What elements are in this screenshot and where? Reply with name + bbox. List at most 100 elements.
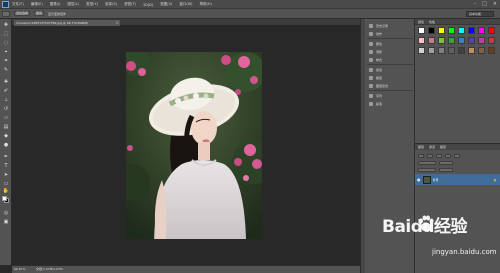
color-swatch[interactable] <box>448 27 455 34</box>
panel-styles[interactable]: 样式 <box>369 57 382 62</box>
minimize-button[interactable]: – <box>474 1 477 8</box>
panel-properties[interactable]: 属性 <box>369 41 382 46</box>
marquee-tool-icon[interactable]: ⬚ <box>2 30 10 37</box>
healing-brush-tool-icon[interactable]: ✚ <box>2 78 10 85</box>
color-swatch[interactable] <box>478 37 485 44</box>
color-swatch[interactable] <box>488 37 495 44</box>
panel-adjustments[interactable]: 调整 <box>369 49 382 54</box>
color-swatch[interactable] <box>468 27 475 34</box>
panel-layer-comps[interactable]: 图层复合 <box>369 83 388 88</box>
type-tool-icon[interactable]: T <box>2 162 10 169</box>
shape-tool-icon[interactable]: ▭ <box>2 180 10 187</box>
layer-row-background[interactable]: ● 背景 🔒 <box>415 174 500 185</box>
auto-select-checkbox[interactable]: 自动选择 <box>14 11 31 16</box>
brush-tool-icon[interactable]: ✐ <box>2 87 10 94</box>
zoom-level[interactable]: 66.67% <box>14 267 25 271</box>
color-swatch[interactable] <box>428 37 435 44</box>
panel-actions[interactable]: 动作 <box>369 31 382 36</box>
menu-image[interactable]: 图像(I) <box>50 2 61 7</box>
auto-select-target-dropdown[interactable]: 图层 <box>34 11 45 16</box>
opacity-field[interactable] <box>439 160 453 165</box>
menu-filter[interactable]: 滤镜(T) <box>124 2 136 7</box>
panel-layer-comps-label: 图层复合 <box>376 83 389 88</box>
panel-character[interactable]: 字符 <box>369 93 382 98</box>
filter-pixel-icon[interactable] <box>427 153 433 158</box>
crop-tool-icon[interactable]: ⌗ <box>2 57 10 64</box>
show-transform-controls-checkbox[interactable]: 显示变换控件 <box>48 12 66 16</box>
history-brush-tool-icon[interactable]: ↺ <box>2 105 10 112</box>
tab-layers[interactable]: 图层 <box>418 145 424 149</box>
canvas-workarea[interactable] <box>12 26 360 265</box>
gradient-tool-icon[interactable]: ▤ <box>2 123 10 130</box>
panel-history[interactable]: 历史记录 <box>369 23 388 28</box>
fill-field[interactable] <box>439 167 453 172</box>
lasso-tool-icon[interactable]: ◌ <box>2 39 10 46</box>
quick-select-tool-icon[interactable]: ⌖ <box>2 48 10 55</box>
hand-tool-icon[interactable]: ✋ <box>2 187 10 194</box>
color-swatch[interactable] <box>488 47 495 54</box>
menu-3d[interactable]: 3D(D) <box>143 3 153 7</box>
quick-mask-icon[interactable]: ◎ <box>2 209 10 216</box>
eraser-tool-icon[interactable]: ▱ <box>2 114 10 121</box>
menu-window[interactable]: 窗口(W) <box>179 2 192 7</box>
color-swatch[interactable] <box>438 47 445 54</box>
layers-panel-tabs: 图层 通道 路径 <box>415 144 500 150</box>
panel-paragraph[interactable]: 段落 <box>369 101 382 106</box>
character-icon <box>369 93 373 98</box>
menu-file[interactable]: 文件(F) <box>12 2 24 7</box>
move-tool-icon[interactable]: ✥ <box>2 21 10 28</box>
pen-tool-icon[interactable]: ✒ <box>2 153 10 160</box>
color-swatch[interactable] <box>488 27 495 34</box>
dodge-tool-icon[interactable]: ● <box>2 141 10 148</box>
color-swatch[interactable] <box>448 37 455 44</box>
color-swatch[interactable] <box>448 47 455 54</box>
color-swatch[interactable] <box>418 27 425 34</box>
color-swatch[interactable] <box>418 47 425 54</box>
menu-view[interactable]: 视图(V) <box>160 2 172 7</box>
panel-paths[interactable]: 路径 <box>369 75 382 80</box>
path-select-tool-icon[interactable]: ➤ <box>2 171 10 178</box>
lock-fill-row <box>418 167 453 172</box>
menu-layer[interactable]: 图层(L) <box>67 2 79 7</box>
lock-options[interactable] <box>418 167 436 172</box>
visibility-eye-icon[interactable]: ● <box>417 177 421 182</box>
filter-adjustment-icon[interactable] <box>436 153 442 158</box>
color-swatch[interactable] <box>458 27 465 34</box>
tab-paths[interactable]: 路径 <box>440 145 446 149</box>
filter-type-icon[interactable] <box>445 153 451 158</box>
color-swatch[interactable] <box>468 47 475 54</box>
panel-channels[interactable]: 通道 <box>369 67 382 72</box>
color-swatch[interactable] <box>458 37 465 44</box>
document-size-info[interactable]: 文档:1.07M/1.07M <box>36 267 63 271</box>
layer-name[interactable]: 背景 <box>433 178 439 182</box>
color-swatch[interactable] <box>428 47 435 54</box>
eyedropper-tool-icon[interactable]: ✎ <box>2 66 10 73</box>
screen-mode-icon[interactable]: ▣ <box>2 218 10 225</box>
blend-mode-select[interactable] <box>418 160 436 165</box>
layer-kind-filter[interactable] <box>418 153 424 158</box>
tab-swatches[interactable]: 色板 <box>429 20 435 24</box>
color-swatch[interactable] <box>438 27 445 34</box>
menu-help[interactable]: 帮助(H) <box>200 2 212 7</box>
tool-preset-picker[interactable] <box>2 10 10 17</box>
clone-stamp-tool-icon[interactable]: ⊥ <box>2 96 10 103</box>
filter-shape-icon[interactable] <box>454 153 460 158</box>
color-swatch[interactable] <box>458 47 465 54</box>
tab-channels[interactable]: 通道 <box>429 145 435 149</box>
color-swatch[interactable] <box>478 27 485 34</box>
foreground-color-swatch[interactable] <box>2 196 7 201</box>
color-swatch[interactable] <box>468 37 475 44</box>
menu-select[interactable]: 选择(S) <box>105 2 117 7</box>
menu-edit[interactable]: 编辑(E) <box>31 2 43 7</box>
color-swatch[interactable] <box>428 27 435 34</box>
close-window-button[interactable]: × <box>493 1 497 8</box>
color-swatch[interactable] <box>438 37 445 44</box>
menu-type[interactable]: 类型(Y) <box>86 2 98 7</box>
document-canvas[interactable] <box>126 52 262 239</box>
maximize-button[interactable]: □ <box>482 1 487 8</box>
tab-color[interactable]: 颜色 <box>418 20 424 24</box>
color-swatch[interactable] <box>418 37 425 44</box>
workspace-switcher[interactable]: 基本功能 <box>466 11 494 17</box>
color-swatch[interactable] <box>478 47 485 54</box>
blur-tool-icon[interactable]: ◆ <box>2 132 10 139</box>
